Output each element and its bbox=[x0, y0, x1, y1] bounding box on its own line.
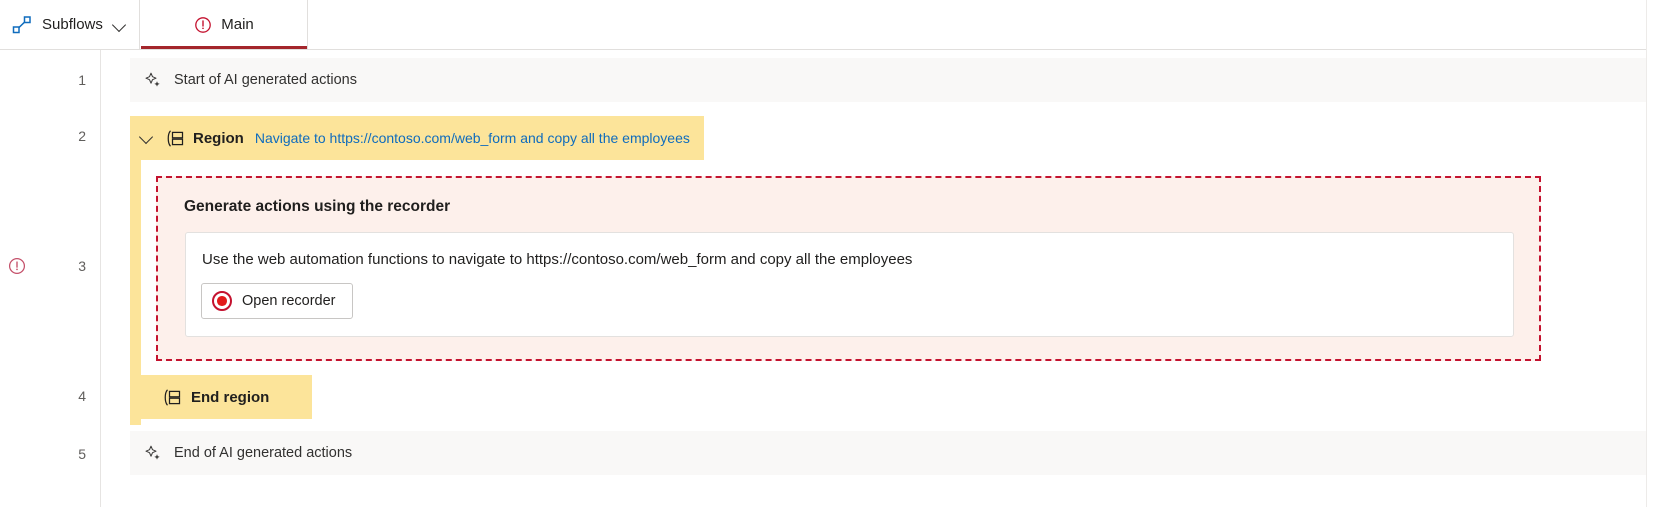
action-row-region[interactable]: Region Navigate to https://contoso.com/w… bbox=[130, 116, 704, 160]
line-number: 4 bbox=[78, 388, 86, 404]
flow-canvas: Start of AI generated actions Region Nav… bbox=[102, 50, 1658, 507]
line-number: 2 bbox=[78, 128, 86, 144]
chevron-down-icon[interactable] bbox=[140, 130, 156, 146]
region-description: Navigate to https://contoso.com/web_form… bbox=[254, 130, 690, 146]
line-number: 1 bbox=[78, 72, 86, 88]
recorder-prompt-text: Use the web automation functions to navi… bbox=[202, 251, 913, 268]
tab-bar: Subflows Main bbox=[0, 0, 1658, 50]
sparkle-ai-icon bbox=[144, 444, 162, 462]
chevron-down-icon[interactable] bbox=[113, 18, 127, 32]
recorder-title: Generate actions using the recorder bbox=[184, 198, 451, 215]
sparkle-ai-icon bbox=[144, 71, 162, 89]
subflow-icon bbox=[12, 15, 32, 35]
record-dot-icon bbox=[212, 291, 232, 311]
vertical-scrollbar[interactable] bbox=[1646, 0, 1658, 507]
tab-main[interactable]: Main bbox=[141, 0, 308, 49]
action-row-ai-end[interactable]: End of AI generated actions bbox=[130, 431, 1658, 475]
line-number: 3 bbox=[78, 258, 86, 274]
recorder-prompt-card: Use the web automation functions to navi… bbox=[185, 232, 1514, 337]
region-title: Region bbox=[193, 129, 244, 147]
line-number: 5 bbox=[78, 446, 86, 462]
open-recorder-button[interactable]: Open recorder bbox=[201, 283, 353, 319]
action-label: End of AI generated actions bbox=[174, 445, 353, 461]
tab-subflows[interactable]: Subflows bbox=[0, 0, 140, 49]
action-row-ai-start[interactable]: Start of AI generated actions bbox=[130, 58, 1658, 102]
action-row-end-region[interactable]: End region bbox=[130, 375, 312, 419]
tab-main-label: Main bbox=[221, 16, 254, 33]
region-icon bbox=[165, 130, 184, 147]
error-circle-icon[interactable] bbox=[8, 257, 26, 275]
end-region-label: End region bbox=[191, 388, 270, 406]
tab-subflows-label: Subflows bbox=[42, 16, 103, 33]
action-label: Start of AI generated actions bbox=[174, 72, 357, 88]
line-number-gutter: 1 2 3 4 5 bbox=[0, 50, 101, 507]
region-icon bbox=[162, 389, 181, 406]
recorder-panel: Generate actions using the recorder Use … bbox=[156, 176, 1541, 361]
error-circle-icon bbox=[194, 16, 212, 34]
tab-bar-empty-area bbox=[308, 0, 1658, 49]
open-recorder-label: Open recorder bbox=[242, 293, 336, 309]
